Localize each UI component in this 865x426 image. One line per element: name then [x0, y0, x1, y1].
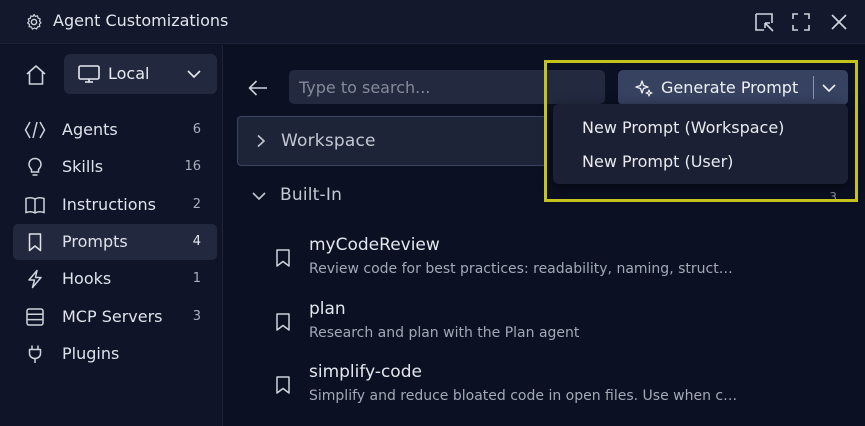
- home-icon[interactable]: [24, 63, 48, 87]
- prompt-name: simplify-code: [309, 362, 422, 382]
- window-title: Agent Customizations: [53, 11, 229, 30]
- sidebar-item-skills[interactable]: Skills 16: [13, 149, 217, 185]
- list-item[interactable]: plan Research and plan with the Plan age…: [264, 299, 844, 349]
- close-icon[interactable]: [828, 11, 850, 33]
- sidebar-item-mcp-servers[interactable]: MCP Servers 3: [13, 299, 217, 335]
- title-bar: Agent Customizations: [0, 0, 865, 44]
- sidebar-item-count: 3: [192, 309, 201, 324]
- chevron-down-icon: [252, 192, 266, 201]
- sidebar-item-count: 1: [192, 271, 201, 286]
- sidebar-item-label: Agents: [62, 120, 118, 139]
- sidebar-item-count: 2: [192, 197, 201, 212]
- prompt-description: Simplify and reduce bloated code in open…: [309, 388, 739, 404]
- group-workspace[interactable]: Workspace: [237, 116, 547, 166]
- book-icon: [25, 197, 45, 214]
- highlight-box: [544, 60, 858, 202]
- group-label: Built-In: [280, 185, 343, 205]
- open-in-editor-icon[interactable]: [753, 11, 775, 33]
- gear-icon: [27, 13, 42, 30]
- lightbulb-icon: [28, 157, 42, 176]
- agents-icon: [24, 121, 46, 139]
- sidebar-item-plugins[interactable]: Plugins: [13, 336, 217, 372]
- sidebar-item-label: Skills: [62, 157, 104, 176]
- sidebar-item-count: 4: [192, 234, 201, 249]
- sidebar-item-label: MCP Servers: [62, 307, 163, 326]
- sidebar-item-label: Plugins: [62, 344, 120, 363]
- bookmark-icon: [276, 376, 290, 394]
- prompt-description: Review code for best practices: readabil…: [309, 261, 739, 277]
- scope-label: Local: [108, 64, 150, 83]
- sidebar-item-label: Hooks: [62, 269, 112, 288]
- sidebar-item-label: Prompts: [62, 232, 128, 251]
- scope-dropdown[interactable]: Local: [64, 54, 217, 94]
- sidebar-item-hooks[interactable]: Hooks 1: [13, 261, 217, 297]
- prompt-name: plan: [309, 299, 346, 319]
- prompt-name: myCodeReview: [309, 235, 440, 255]
- bookmark-icon: [28, 233, 42, 252]
- bookmark-icon: [276, 313, 290, 331]
- list-item[interactable]: myCodeReview Review code for best practi…: [264, 235, 844, 285]
- lightning-icon: [28, 269, 42, 289]
- sidebar-item-agents[interactable]: Agents 6: [13, 112, 217, 148]
- list-item[interactable]: simplify-code Simplify and reduce bloate…: [264, 362, 844, 412]
- sidebar-item-instructions[interactable]: Instructions 2: [13, 187, 217, 223]
- sidebar-item-count: 6: [192, 122, 201, 137]
- maximize-icon[interactable]: [790, 11, 812, 33]
- sidebar: Local Agents 6 Skills 16 Instructions 2 …: [0, 45, 223, 426]
- chevron-right-icon: [257, 134, 266, 148]
- sidebar-item-prompts[interactable]: Prompts 4: [13, 224, 217, 260]
- arrow-left-icon[interactable]: [247, 78, 269, 98]
- monitor-icon: [78, 65, 100, 83]
- plug-icon: [28, 345, 42, 363]
- sidebar-item-count: 16: [184, 159, 201, 174]
- group-label: Workspace: [281, 131, 376, 151]
- bookmark-icon: [276, 249, 290, 267]
- prompt-description: Research and plan with the Plan agent: [309, 325, 580, 341]
- server-icon: [26, 308, 44, 326]
- sidebar-item-label: Instructions: [62, 195, 156, 214]
- chevron-down-icon: [187, 70, 201, 79]
